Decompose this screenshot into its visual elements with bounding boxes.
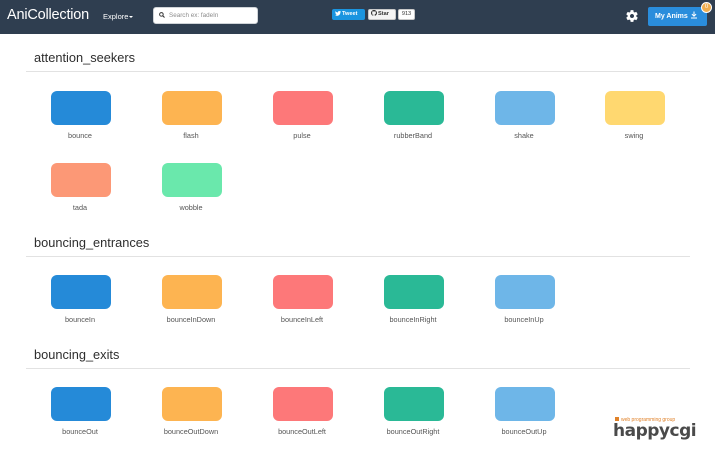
anim-tile[interactable] [495,387,555,421]
anim-item-bounceoutup[interactable]: bounceOutUp [484,387,564,447]
github-icon [371,10,377,16]
navbar: AniCollection Explore Tweet Star 913 My … [0,0,715,34]
anim-label: bounceInUp [504,315,544,324]
search-icon [159,12,165,18]
anim-item-bounceindown[interactable]: bounceInDown [151,275,231,335]
caret-down-icon [129,16,134,19]
anim-label: bounceOutRight [386,427,440,436]
my-anims-count-badge: 0 [701,2,712,13]
anim-label: bounceInDown [166,315,216,324]
anim-tile[interactable] [51,275,111,309]
search-input[interactable] [169,10,255,21]
anim-tile[interactable] [384,275,444,309]
explore-label: Explore [103,12,129,21]
anim-label: bounceOutDown [163,427,219,436]
anim-item-bounceoutleft[interactable]: bounceOutLeft [262,387,342,447]
anim-tile[interactable] [51,163,111,197]
anim-label: swing [624,131,644,140]
anim-label: bounceOutUp [501,427,547,436]
section-divider [26,368,690,369]
anim-label: bounceInRight [389,315,437,324]
anim-label: bounceOut [62,427,98,436]
anim-tile[interactable] [162,387,222,421]
anim-tile[interactable] [273,387,333,421]
anim-label: shake [514,131,534,140]
anim-tile[interactable] [384,91,444,125]
anim-label: pulse [293,131,311,140]
anim-tile[interactable] [162,163,222,197]
section-title-bouncing-exits: bouncing_exits [34,347,120,362]
anim-label: flash [183,131,199,140]
anim-label: bounceIn [64,315,96,324]
anim-item-flash[interactable]: flash [151,91,231,151]
section-title-attention-seekers: attention_seekers [34,50,136,65]
watermark-logo: web programming group happycgi [613,417,713,445]
anim-item-bounceout[interactable]: bounceOut [40,387,120,447]
star-label: Star [378,11,389,17]
twitter-bird-icon [335,11,341,16]
anim-tile[interactable] [51,91,111,125]
explore-dropdown[interactable]: Explore [103,12,134,21]
download-icon [690,11,697,19]
anim-tile[interactable] [495,91,555,125]
anim-tile[interactable] [384,387,444,421]
anim-item-bounceinright[interactable]: bounceInRight [373,275,453,335]
star-count[interactable]: 913 [398,9,415,20]
tweet-label: Tweet [342,11,358,17]
my-anims-button[interactable]: My Anims [648,7,707,26]
my-anims-label: My Anims [655,13,688,20]
anim-item-tada[interactable]: tada [40,163,120,223]
anim-label: rubberBand [393,131,433,140]
section-divider [26,71,690,72]
anim-item-rubberband[interactable]: rubberBand [373,91,453,151]
anim-item-bounceoutdown[interactable]: bounceOutDown [151,387,231,447]
anim-item-wobble[interactable]: wobble [151,163,231,223]
anim-item-bounceoutright[interactable]: bounceOutRight [373,387,453,447]
brand-logo[interactable]: AniCollection [7,7,89,23]
anim-item-bouncein[interactable]: bounceIn [40,275,120,335]
anim-tile[interactable] [273,91,333,125]
anim-tile[interactable] [605,91,665,125]
search-box[interactable] [153,7,258,24]
anim-item-bounceinup[interactable]: bounceInUp [484,275,564,335]
anim-label: bounceInLeft [280,315,324,324]
anim-label: bounceOutLeft [278,427,326,436]
anim-item-shake[interactable]: shake [484,91,564,151]
gear-icon [626,10,638,22]
anim-tile[interactable] [273,275,333,309]
anim-item-bounceinleft[interactable]: bounceInLeft [262,275,342,335]
github-star-button[interactable]: Star [368,9,396,20]
settings-button[interactable] [625,9,639,28]
watermark-name: happycgi [613,421,697,441]
anim-item-swing[interactable]: swing [594,91,674,151]
anim-label: bounce [68,131,92,140]
anim-label: wobble [179,203,203,212]
anim-item-bounce[interactable]: bounce [40,91,120,151]
anim-label: tada [72,203,88,212]
anim-tile[interactable] [51,387,111,421]
anim-tile[interactable] [162,275,222,309]
section-divider [26,256,690,257]
anim-item-pulse[interactable]: pulse [262,91,342,151]
anim-tile[interactable] [495,275,555,309]
section-title-bouncing-entrances: bouncing_entrances [34,235,150,250]
anim-tile[interactable] [162,91,222,125]
tweet-button[interactable]: Tweet [332,9,365,20]
